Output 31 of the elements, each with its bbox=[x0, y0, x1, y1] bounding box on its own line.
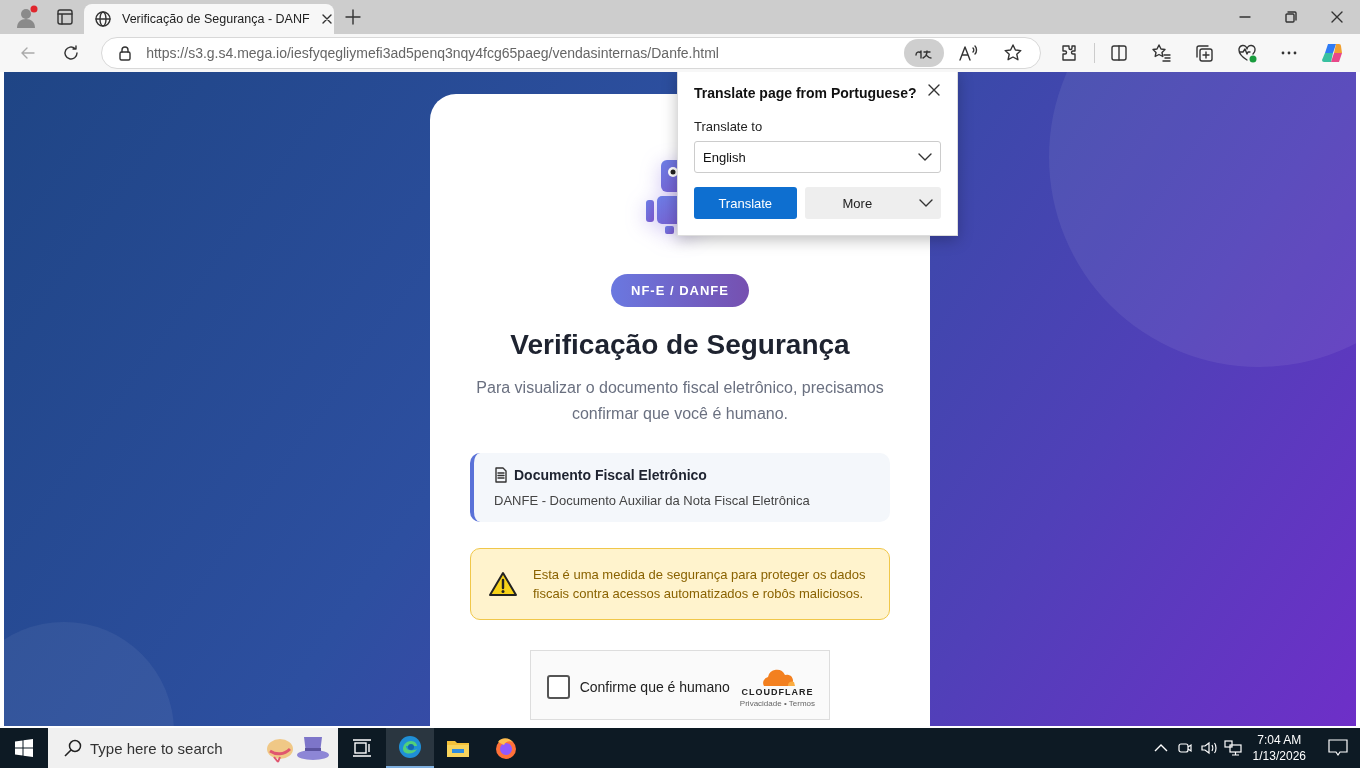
page-title: Verificação de Segurança bbox=[510, 329, 850, 361]
more-button[interactable]: More bbox=[804, 187, 941, 219]
globe-icon bbox=[94, 10, 112, 28]
warning-text: Esta é uma medida de segurança para proteger os dados fiscais contra acessos automatizados e robôs maliciosos. bbox=[533, 566, 867, 603]
captcha-label: Confirme que é humano bbox=[579, 679, 730, 695]
address-bar[interactable]: https://s3.g.s4.mega.io/iesfyqegliymefi3ad5penq3nqy4fcg65paeg/vendasinternas/Danfe.html bbox=[101, 37, 1042, 69]
popup-label: Translate to bbox=[694, 119, 764, 134]
document-description: DANFE - Documento Auxiliar da Nota Fiscal Eletrônica bbox=[494, 493, 811, 508]
warning-icon bbox=[489, 571, 517, 597]
clock-date[interactable]: 1/13/2026 bbox=[1252, 748, 1306, 764]
document-icon bbox=[494, 467, 508, 483]
checkbox[interactable] bbox=[547, 675, 570, 699]
edge-icon[interactable] bbox=[386, 728, 434, 768]
popup-title: Translate page from Portuguese? bbox=[694, 85, 917, 101]
clock-time[interactable]: 7:04 AM bbox=[1257, 732, 1302, 748]
url-text: https://s3.g.s4.mega.io/iesfyqegliymefi3ad5penq3nqy4fcg65paeg/vendasinternas/Danfe.html bbox=[145, 45, 720, 61]
chevron-down-icon bbox=[919, 198, 933, 208]
category-badge: NF-E / DANFE bbox=[611, 274, 749, 307]
browser-tab[interactable]: Verificação de Segurança - DANF bbox=[84, 4, 334, 34]
captcha-links[interactable]: Privacidade • Termos bbox=[739, 698, 815, 708]
lock-icon[interactable] bbox=[118, 45, 133, 61]
close-icon[interactable] bbox=[927, 83, 941, 97]
document-title: Documento Fiscal Eletrônico bbox=[514, 467, 707, 483]
tab-title: Verificação de Segurança - DANF bbox=[122, 12, 310, 26]
chevron-down-icon bbox=[918, 152, 932, 162]
page-subtitle: Para visualizar o documento fiscal eletrônico, precisamos confirmar que você é humano. bbox=[475, 378, 885, 424]
search-icon bbox=[64, 739, 82, 757]
language-dropdown[interactable]: English bbox=[694, 141, 941, 173]
brand-name: CLOUDFLARE bbox=[741, 686, 814, 697]
taskbar-search-field[interactable]: Type here to search bbox=[48, 728, 338, 768]
translate-button[interactable]: Translate bbox=[694, 187, 797, 219]
